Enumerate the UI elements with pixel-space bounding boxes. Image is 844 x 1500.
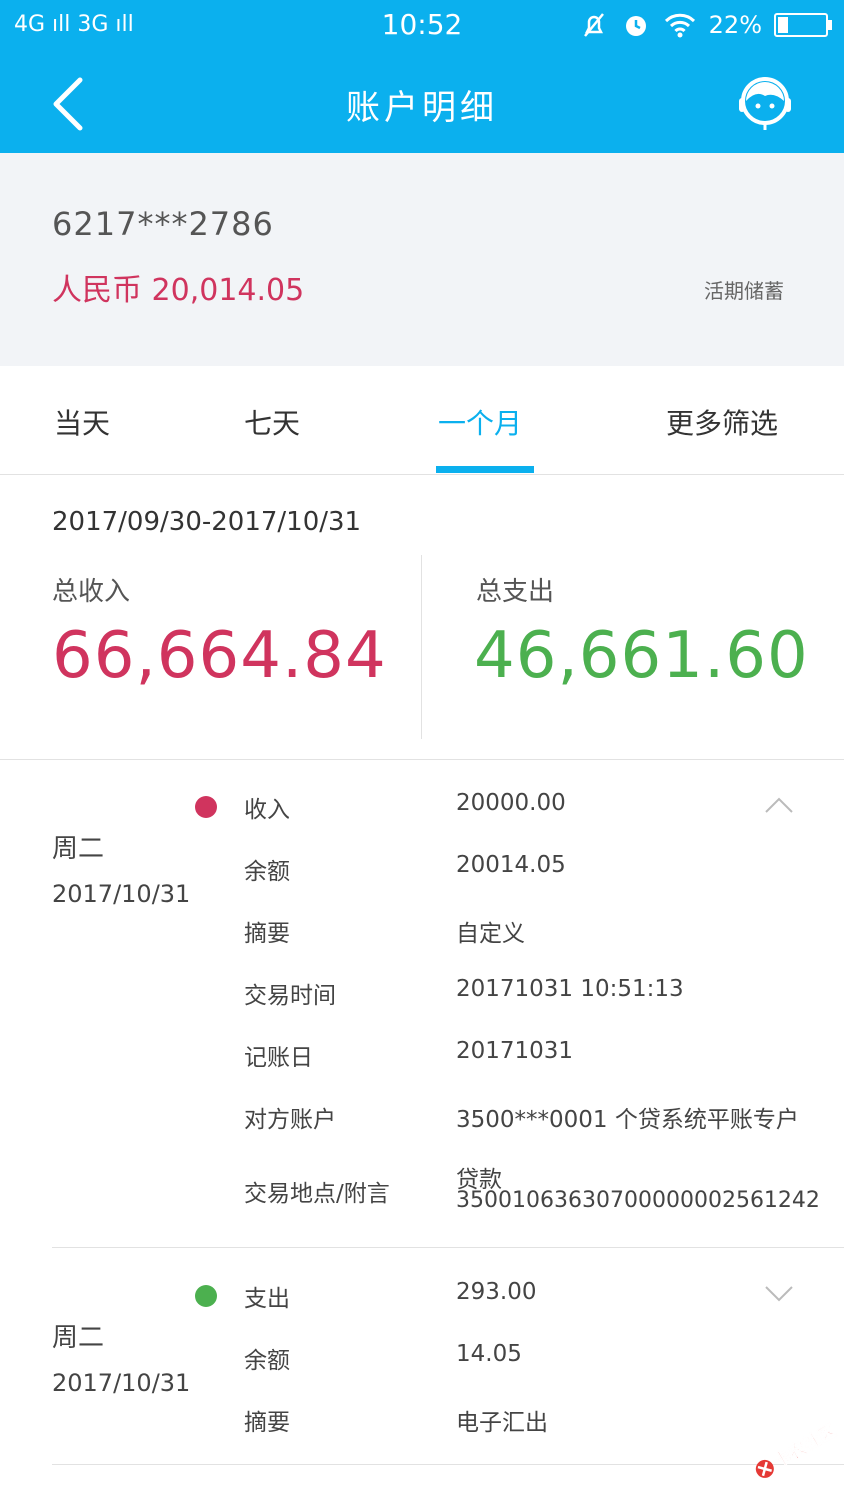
transaction-amount: 293.00 — [456, 1279, 537, 1305]
row-divider — [52, 1464, 844, 1465]
account-number: 6217***2786 — [52, 205, 274, 243]
watermark-text: 卡农社区 — [770, 1420, 839, 1472]
transaction-item[interactable]: 周二 2017/10/31 支出 293.00 余额 14.05 摘要 电子汇出 — [0, 1249, 844, 1465]
expense-total: 46,661.60 — [474, 619, 809, 693]
detail-label: 交易时间 — [244, 983, 336, 1009]
detail-value: 3500***0001 个贷系统平账专户 — [456, 1107, 799, 1133]
account-card: 6217***2786 人民币 20,014.05 活期储蓄 — [0, 153, 844, 366]
account-balance: 人民币 20,014.05 — [52, 273, 305, 308]
detail-value: 自定义 — [456, 921, 525, 947]
page-title: 账户明细 — [346, 88, 498, 128]
battery-icon — [774, 13, 832, 37]
tab-one-month[interactable]: 一个月 — [438, 402, 522, 442]
battery-percent: 22% — [708, 11, 762, 39]
summary-divider — [421, 555, 422, 739]
date-range: 2017/09/30-2017/10/31 — [52, 507, 362, 537]
summary-panel: 2017/09/30-2017/10/31 总收入 66,664.84 总支出 … — [0, 475, 844, 760]
detail-row: 摘要 电子汇出 — [0, 1403, 844, 1443]
detail-row: 交易地点/附言 贷款 35001063630700000002561242 — [0, 1160, 844, 1230]
detail-label: 摘要 — [244, 1410, 290, 1436]
account-type: 活期储蓄 — [704, 279, 784, 303]
detail-label: 对方账户 — [244, 1107, 336, 1133]
detail-label: 余额 — [244, 859, 290, 885]
detail-label: 余额 — [244, 1348, 290, 1374]
status-right-group: 22% — [579, 10, 832, 40]
row-divider — [52, 1247, 844, 1248]
detail-row: 交易时间 20171031 10:51:13 — [0, 976, 844, 1016]
detail-row: 摘要 自定义 — [0, 914, 844, 954]
mute-bell-icon — [583, 13, 604, 37]
transaction-type-label: 收入 — [244, 797, 290, 823]
detail-label: 摘要 — [244, 921, 290, 947]
detail-value-line2: 35001063630700000002561242 — [456, 1188, 820, 1213]
detail-label: 交易地点/附言 — [244, 1181, 390, 1207]
active-tab-indicator — [436, 466, 534, 473]
transaction-type-row: 支出 293.00 — [0, 1279, 844, 1319]
detail-row: 余额 20014.05 — [0, 852, 844, 892]
detail-row: 对方账户 3500***0001 个贷系统平账专户 — [0, 1100, 844, 1140]
detail-row: 余额 14.05 — [0, 1341, 844, 1381]
detail-value: 20171031 10:51:13 — [456, 976, 684, 1002]
transaction-item[interactable]: 周二 2017/10/31 收入 20000.00 余额 20014.05 摘要… — [0, 760, 844, 1248]
detail-value: 20014.05 — [456, 852, 566, 878]
watermark-logo: 卡农社区 — [755, 1420, 840, 1478]
customer-service-icon[interactable] — [734, 72, 796, 134]
wifi-icon — [664, 13, 695, 38]
transaction-type-label: 支出 — [244, 1286, 290, 1312]
income-label: 总收入 — [52, 577, 131, 607]
income-total: 66,664.84 — [52, 619, 387, 693]
tab-seven-days[interactable]: 七天 — [244, 402, 300, 442]
alarm-icon — [625, 16, 646, 36]
expense-label: 总支出 — [476, 577, 555, 607]
period-tabs: 当天 七天 一个月 更多筛选 — [0, 366, 844, 475]
tab-more-filters[interactable]: 更多筛选 — [666, 402, 778, 442]
nav-bar: 账户明细 — [0, 52, 844, 153]
tab-today[interactable]: 当天 — [54, 402, 110, 442]
detail-value: 20171031 — [456, 1038, 574, 1064]
detail-label: 记账日 — [244, 1045, 313, 1071]
status-bar: 4G ıll 3G ıll 10:52 22% — [0, 0, 844, 52]
detail-value: 14.05 — [456, 1341, 522, 1367]
transaction-type-row: 收入 20000.00 — [0, 790, 844, 830]
detail-value: 电子汇出 — [456, 1410, 548, 1436]
detail-row: 记账日 20171031 — [0, 1038, 844, 1078]
transaction-amount: 20000.00 — [456, 790, 566, 816]
